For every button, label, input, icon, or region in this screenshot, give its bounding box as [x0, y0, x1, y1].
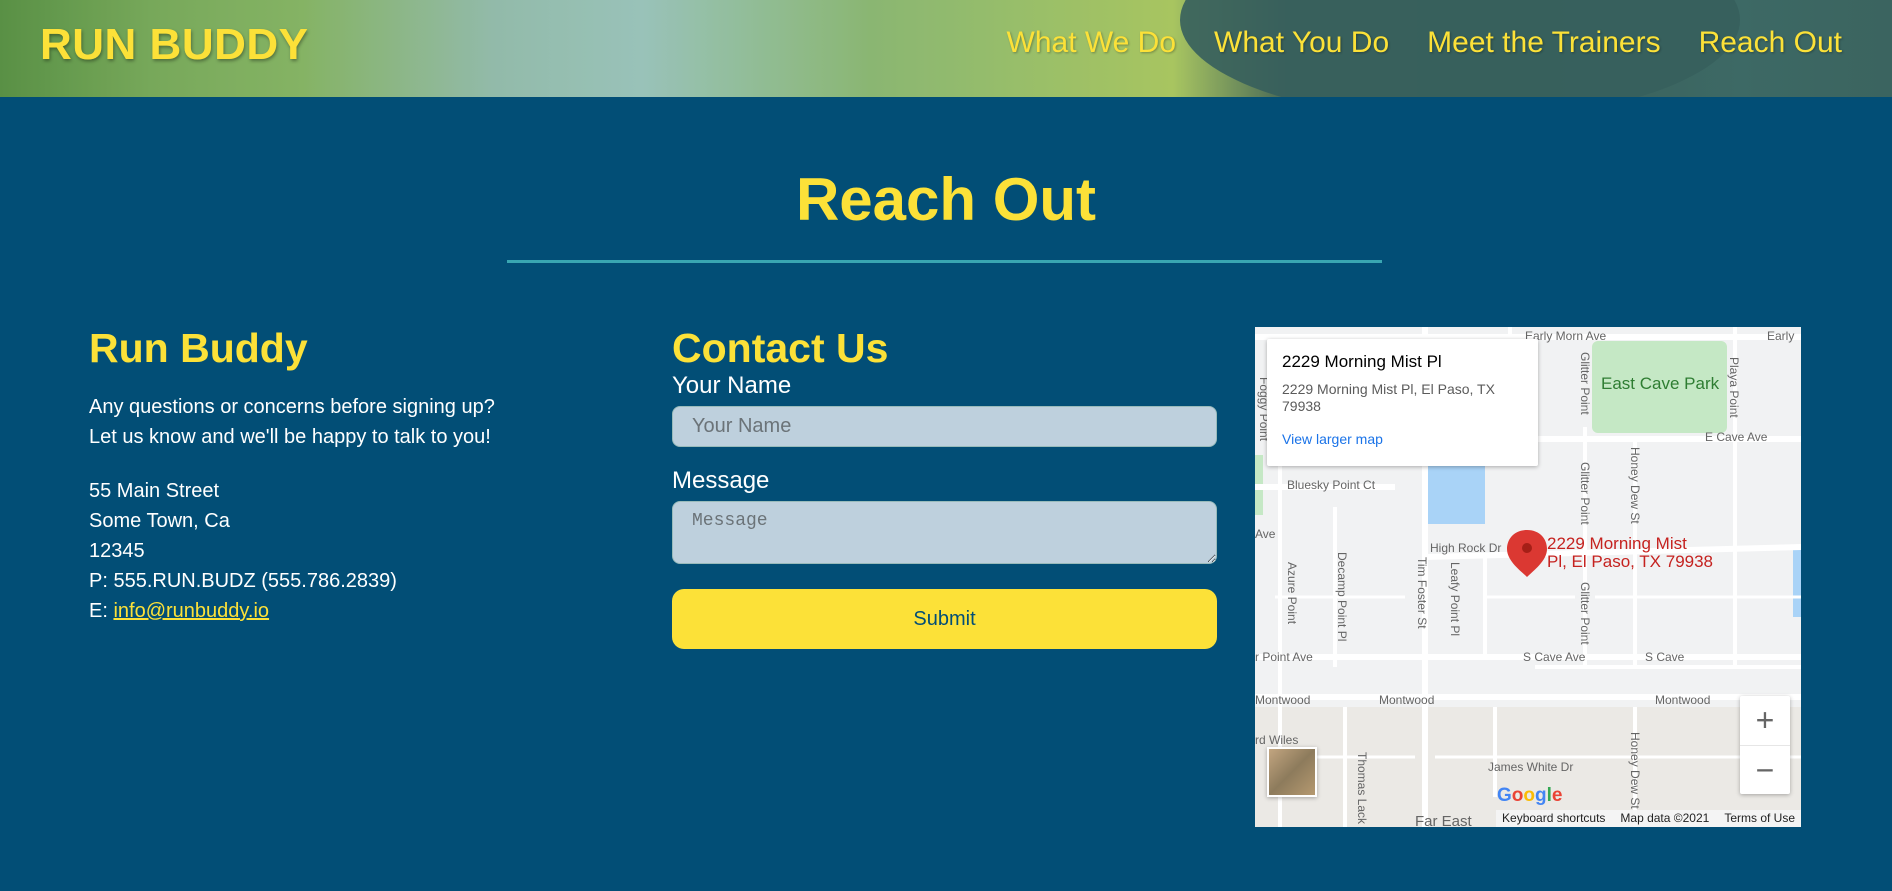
street-label: Far East [1415, 813, 1472, 827]
street-label: James White Dr [1488, 760, 1574, 774]
street-label: Glitter Point [1578, 582, 1592, 645]
email-link[interactable]: info@runbuddy.io [113, 600, 269, 622]
street-label: S Cave [1645, 650, 1685, 664]
view-larger-map-link[interactable]: View larger map [1282, 431, 1523, 447]
street-label: Ave [1255, 527, 1276, 541]
street-label: Early [1767, 329, 1795, 343]
location-map[interactable]: Early Morn Ave Early E Cave Ave Bluesky … [1255, 327, 1801, 827]
zoom-in-button[interactable]: + [1740, 696, 1790, 746]
intro-line: Any questions or concerns before signing… [89, 396, 495, 418]
contact-details: 55 Main Street Some Town, Ca 12345 P: 55… [89, 476, 569, 626]
name-input[interactable] [672, 406, 1217, 447]
google-logo: Google [1497, 785, 1563, 806]
contact-form: Contact Us Your Name Message Submit [672, 325, 1217, 649]
street-label: Playa Point [1727, 357, 1741, 418]
address-line: 12345 [89, 540, 145, 562]
street-label: Montwood [1255, 693, 1311, 707]
nav-what-you-do[interactable]: What You Do [1214, 26, 1389, 60]
section-divider [507, 260, 1382, 263]
map-data-credit: Map data ©2021 [1620, 811, 1710, 825]
street-label: Montwood [1655, 693, 1711, 707]
street-label: Azure Point [1285, 562, 1299, 625]
phone-number: P: 555.RUN.BUDZ (555.786.2839) [89, 570, 397, 592]
satellite-toggle[interactable] [1267, 747, 1317, 797]
about-intro: Any questions or concerns before signing… [89, 392, 569, 452]
message-input[interactable] [672, 501, 1217, 564]
zoom-controls: + − [1740, 696, 1790, 794]
intro-line: Let us know and we'll be happy to talk t… [89, 426, 491, 448]
street-label: Glitter Point [1578, 352, 1592, 415]
contact-title: Contact Us [672, 325, 889, 371]
nav-meet-the-trainers[interactable]: Meet the Trainers [1427, 26, 1660, 60]
street-label: Honey Dew St [1628, 732, 1642, 809]
pin-label: 2229 Morning Mist Pl, El Paso, TX 79938 [1547, 534, 1714, 571]
street-label: Thomas Lack [1355, 752, 1369, 825]
site-logo[interactable]: RUN BUDDY [40, 20, 309, 70]
street-label: rd Wiles [1255, 733, 1299, 747]
nav-what-we-do[interactable]: What We Do [1007, 26, 1177, 60]
nav-reach-out[interactable]: Reach Out [1699, 26, 1842, 60]
street-label: S Cave Ave [1523, 650, 1586, 664]
info-address: 2229 Morning Mist Pl, El Paso, TX 79938 [1282, 381, 1495, 414]
info-title: 2229 Morning Mist Pl [1282, 352, 1442, 371]
street-label: E Cave Ave [1705, 430, 1768, 444]
street-label: r Point Ave [1255, 650, 1313, 664]
street-label: Montwood [1379, 693, 1435, 707]
name-label: Your Name [672, 372, 792, 399]
street-label: Leafy Point Pl [1448, 562, 1462, 637]
email-line: E: info@runbuddy.io [89, 600, 270, 622]
address-line: 55 Main Street [89, 480, 220, 502]
map-info-card: 2229 Morning Mist Pl 2229 Morning Mist P… [1267, 339, 1538, 466]
about-column: Run Buddy Any questions or concerns befo… [89, 325, 569, 626]
street-label: Bluesky Point Ct [1287, 478, 1376, 492]
submit-button[interactable]: Submit [672, 589, 1217, 649]
street-label: Glitter Point [1578, 462, 1592, 525]
map-footer: Keyboard shortcuts Map data ©2021 Terms … [1496, 810, 1801, 827]
message-label: Message [672, 467, 770, 494]
zoom-out-button[interactable]: − [1740, 746, 1790, 794]
section-title: Reach Out [795, 166, 1097, 233]
street-label: Decamp Point Pl [1335, 552, 1349, 642]
keyboard-shortcuts-link[interactable]: Keyboard shortcuts [1502, 810, 1605, 827]
about-title: Run Buddy [89, 325, 308, 371]
terms-of-use-link[interactable]: Terms of Use [1724, 810, 1795, 827]
park-label: East Cave Park [1601, 374, 1720, 393]
address-line: Some Town, Ca [89, 510, 230, 532]
street-label: High Rock Dr [1430, 541, 1502, 555]
site-header: RUN BUDDY What We Do What You Do Meet th… [0, 0, 1892, 97]
street-label: Honey Dew St [1628, 447, 1642, 524]
main-nav: What We Do What You Do Meet the Trainers… [1007, 26, 1842, 60]
street-label: Tim Foster St [1415, 557, 1429, 629]
